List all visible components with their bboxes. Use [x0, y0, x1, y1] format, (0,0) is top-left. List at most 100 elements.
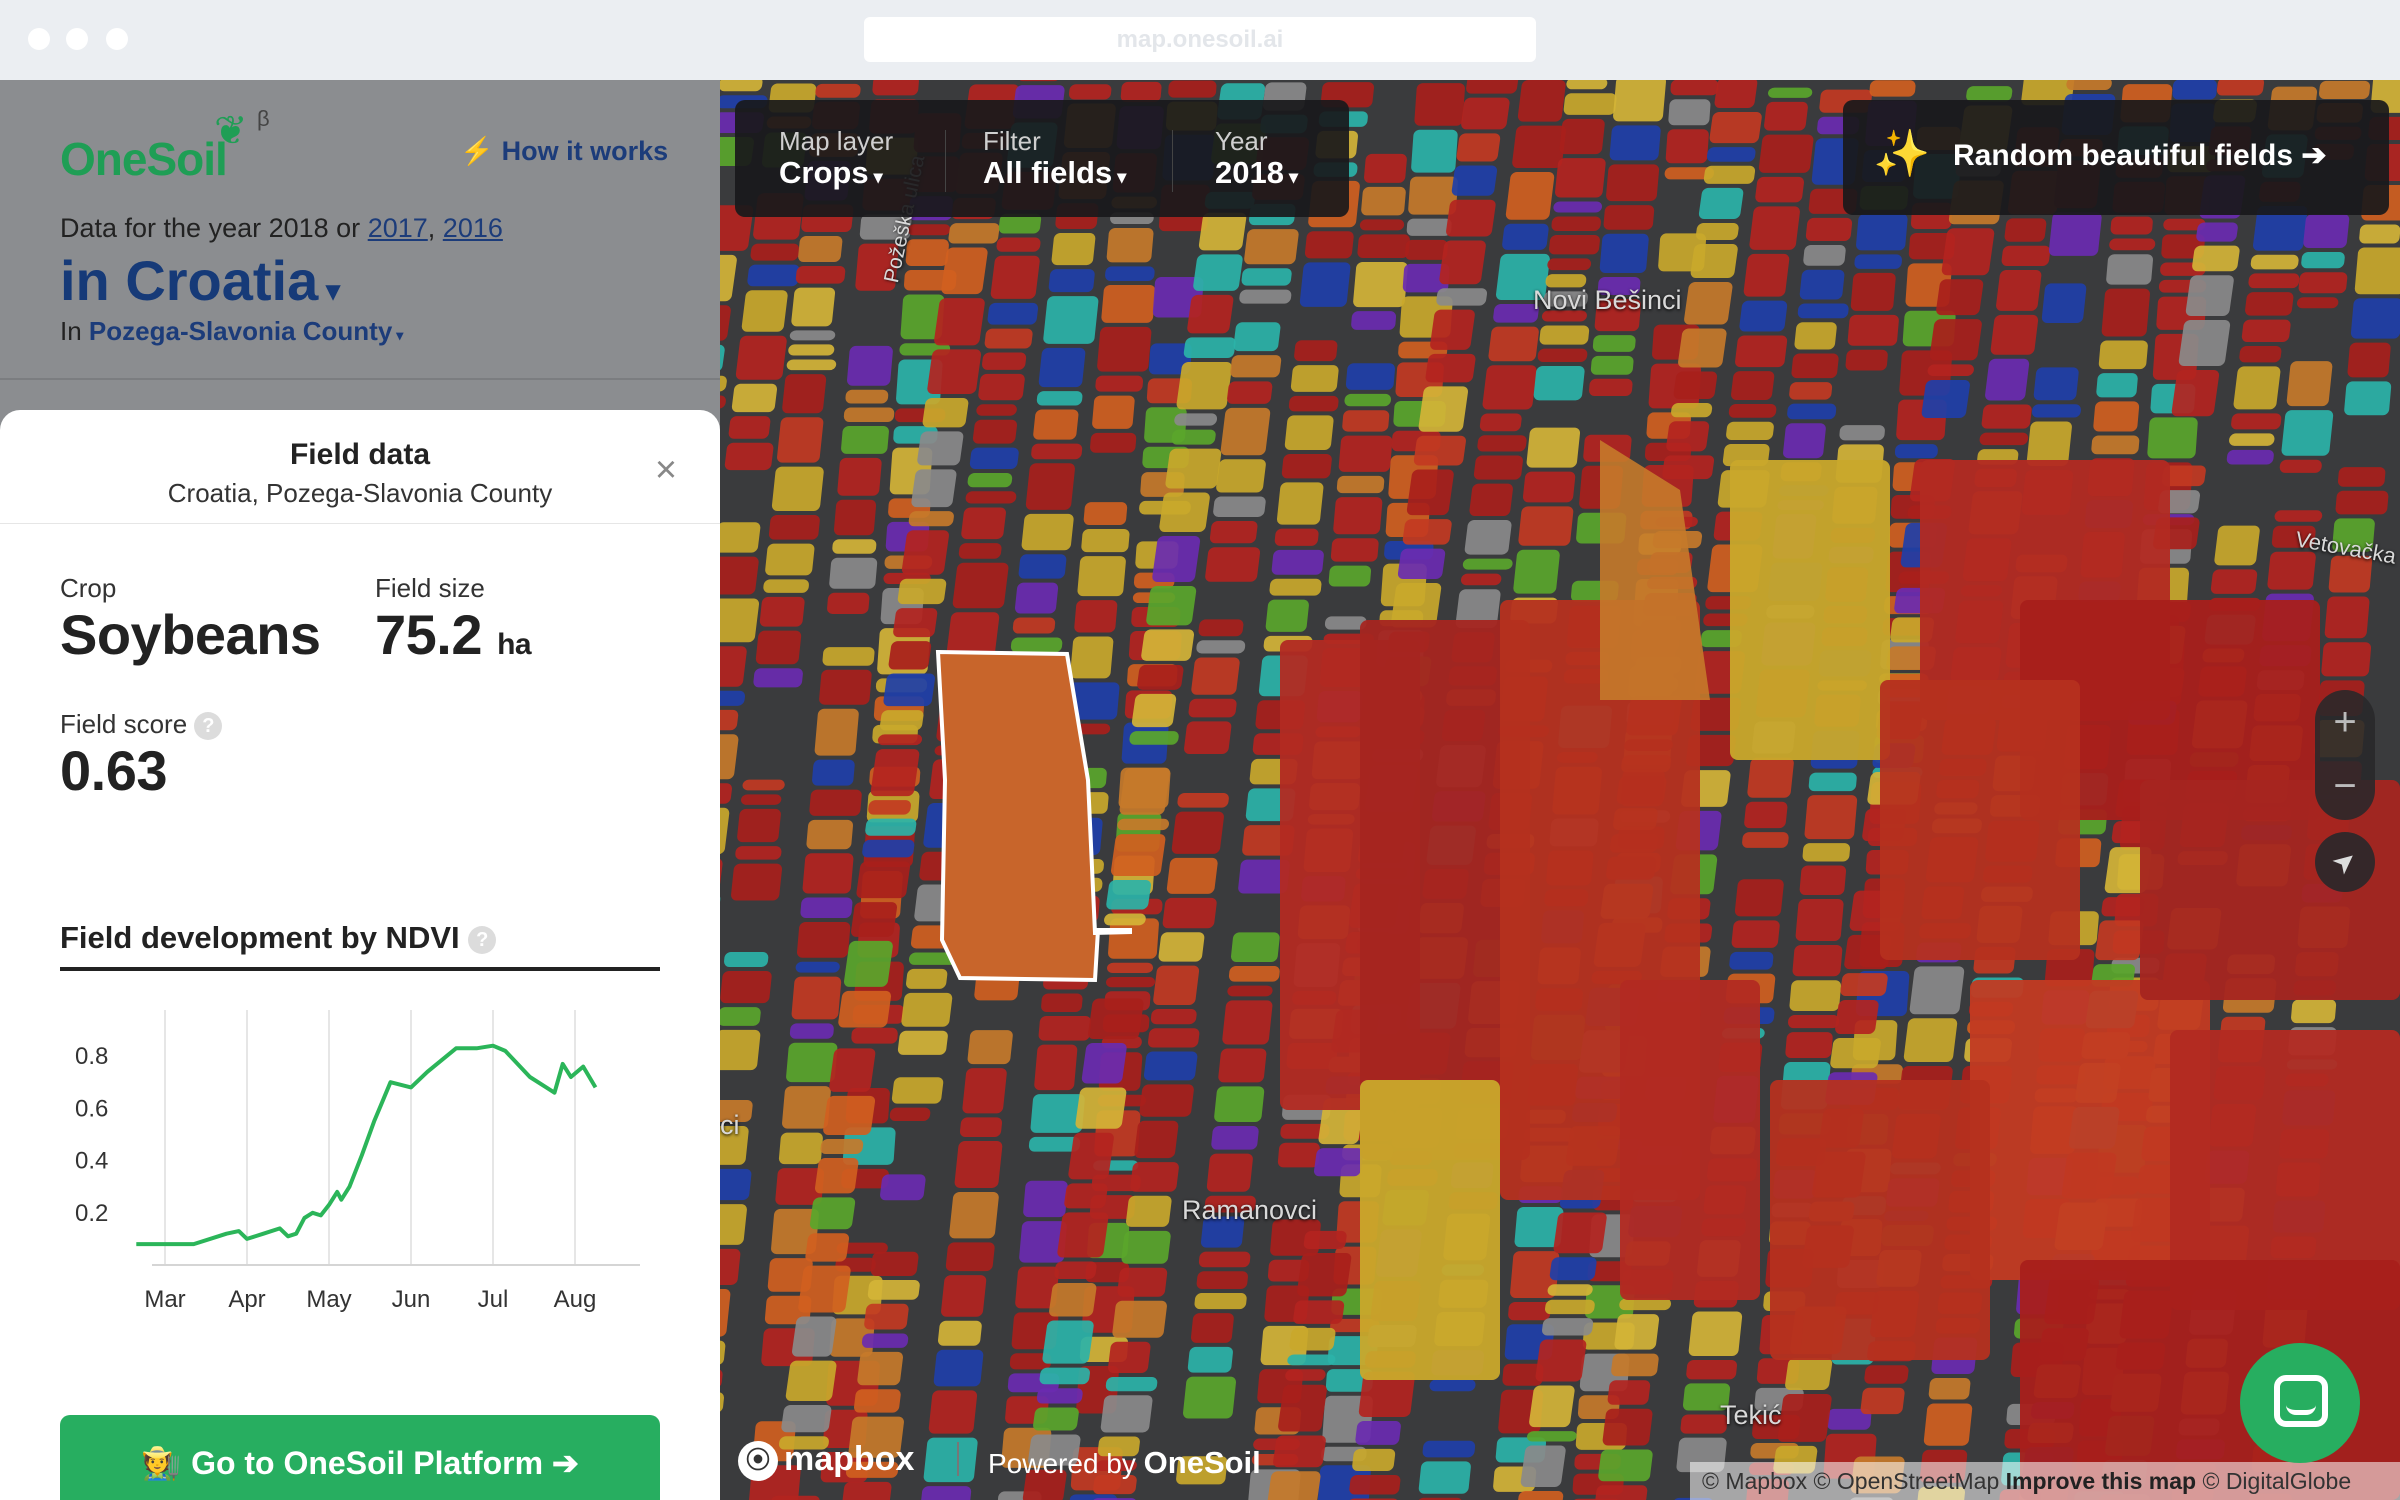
field-parcel — [1241, 268, 1292, 286]
field-parcel — [1482, 365, 1537, 410]
field-parcel — [867, 1279, 920, 1300]
field-parcel — [1130, 1162, 1179, 1192]
random-fields-label: Random beautiful fields ➔ — [1953, 139, 2327, 172]
field-parcel — [1227, 381, 1273, 404]
field-parcel — [1097, 326, 1152, 372]
field-parcel — [1233, 322, 1281, 352]
field-parcel — [1146, 586, 1197, 626]
field-parcel — [814, 1158, 859, 1194]
place-label-edge: ci — [720, 1110, 740, 1140]
field-parcel — [908, 511, 954, 527]
attribution-globe[interactable]: © DigitalGlobe — [2202, 1468, 2351, 1494]
field-parcel — [880, 1174, 926, 1201]
field-parcel — [2347, 342, 2391, 378]
improve-map-link[interactable]: Improve this map — [2006, 1468, 2196, 1494]
locate-button[interactable]: ➤ — [2315, 832, 2375, 892]
window-close-dot[interactable] — [28, 28, 50, 50]
powered-by: Powered by OneSoil — [988, 1445, 1261, 1481]
filter-dropdown[interactable]: Filter All fields — [983, 126, 1126, 191]
field-parcel — [1547, 1284, 1593, 1296]
field-parcel — [1526, 427, 1581, 468]
zoom-out-button[interactable]: − — [2315, 756, 2375, 816]
field-parcel — [789, 330, 836, 341]
random-fields-button[interactable]: ✨ Random beautiful fields ➔ — [1843, 100, 2389, 215]
field-parcel — [1542, 1318, 1594, 1336]
ndvi-title: Field development by NDVI ? — [60, 920, 497, 956]
address-bar[interactable]: map.onesoil.ai — [864, 17, 1536, 62]
field-parcel — [1351, 311, 1397, 330]
field-parcel — [805, 1233, 850, 1262]
field-parcel — [1198, 212, 1247, 251]
field-parcel — [1313, 1148, 1364, 1177]
field-parcel — [934, 298, 985, 346]
field-location: Croatia, Pozega-Slavonia County — [167, 478, 553, 508]
how-it-works-link[interactable]: ⚡ How it works — [460, 135, 668, 167]
field-parcel — [1785, 1358, 1833, 1390]
window-maximize-dot[interactable] — [106, 28, 128, 50]
year-2017-link[interactable]: 2017 — [368, 213, 428, 243]
field-parcel — [1695, 223, 1739, 240]
field-parcel — [720, 1007, 761, 1026]
field-parcel — [1166, 857, 1218, 894]
field-parcel — [2210, 569, 2258, 594]
field-parcel — [795, 265, 846, 284]
field-parcel — [2239, 345, 2282, 363]
field-parcel — [1230, 355, 1282, 378]
field-parcel — [1095, 375, 1144, 392]
place-label-novi-besinci: Novi Bešinci — [1533, 285, 1682, 315]
field-parcel — [1176, 362, 1232, 410]
field-parcel — [2298, 272, 2348, 294]
field-parcel — [1799, 269, 1845, 300]
field-parcel — [1043, 296, 1099, 344]
field-parcel — [843, 940, 893, 987]
field-parcel-large — [1620, 980, 1760, 1300]
field-parcel — [809, 789, 862, 816]
field-size-number: 75.2 — [375, 603, 483, 666]
place-label-ramanovci: Ramanovci — [1182, 1195, 1318, 1225]
year-2016-link[interactable]: 2016 — [443, 213, 503, 243]
go-to-platform-button[interactable]: 🧑‍🌾 Go to OneSoil Platform ➔ — [60, 1415, 660, 1500]
mapbox-logo[interactable]: ⦿ mapbox — [738, 1440, 914, 1482]
field-parcel — [1105, 976, 1156, 988]
field-parcel — [1112, 1300, 1167, 1338]
field-parcel — [1789, 980, 1842, 1012]
field-parcel — [778, 1132, 823, 1165]
field-parcel — [1927, 364, 1974, 376]
field-parcel — [1328, 565, 1372, 587]
region-selector[interactable]: Pozega-Slavonia County — [89, 316, 403, 346]
field-parcel-large — [1730, 460, 1890, 760]
field-parcel — [1941, 228, 1995, 276]
field-parcel — [1990, 314, 2039, 355]
field-parcel — [1125, 1195, 1172, 1227]
chart-x-tick-label: May — [306, 1286, 351, 1313]
crop-map[interactable]: Novi Bešinci Ramanovci Tekić Vetovačka P… — [720, 80, 2400, 1500]
field-parcel — [958, 543, 1002, 559]
onesoil-logo[interactable]: OneSoil — [60, 132, 228, 186]
powered-by-brand: OneSoil — [1143, 1445, 1261, 1480]
field-parcel — [1512, 125, 1566, 168]
map-layer-dropdown[interactable]: Map layer Crops — [779, 126, 893, 191]
help-icon[interactable]: ? — [194, 712, 223, 741]
field-parcel — [1289, 1327, 1336, 1351]
ndvi-underline — [60, 967, 660, 971]
field-parcel — [1936, 279, 1984, 316]
year-dropdown[interactable]: Year 2018 — [1215, 126, 1298, 191]
field-parcel — [1731, 371, 1775, 401]
field-parcel — [1121, 1230, 1171, 1264]
field-parcel — [781, 1404, 832, 1433]
field-parcel — [901, 530, 949, 575]
field-parcel — [845, 389, 889, 404]
field-parcel — [1860, 1387, 1905, 1415]
field-parcel — [1090, 432, 1137, 453]
help-icon[interactable]: ? — [468, 925, 497, 954]
country-selector[interactable]: in Croatia — [60, 248, 340, 313]
field-parcel — [1304, 231, 1354, 259]
zoom-in-button[interactable]: + — [2315, 692, 2375, 752]
window-minimize-dot[interactable] — [66, 28, 88, 50]
field-parcel — [978, 373, 1025, 401]
attribution-text[interactable]: © Mapbox © OpenStreetMap — [1702, 1468, 1999, 1494]
field-parcel — [1228, 966, 1280, 982]
close-icon[interactable]: × — [648, 451, 684, 489]
field-parcel — [1545, 1299, 1595, 1315]
chat-button[interactable] — [2240, 1343, 2360, 1463]
